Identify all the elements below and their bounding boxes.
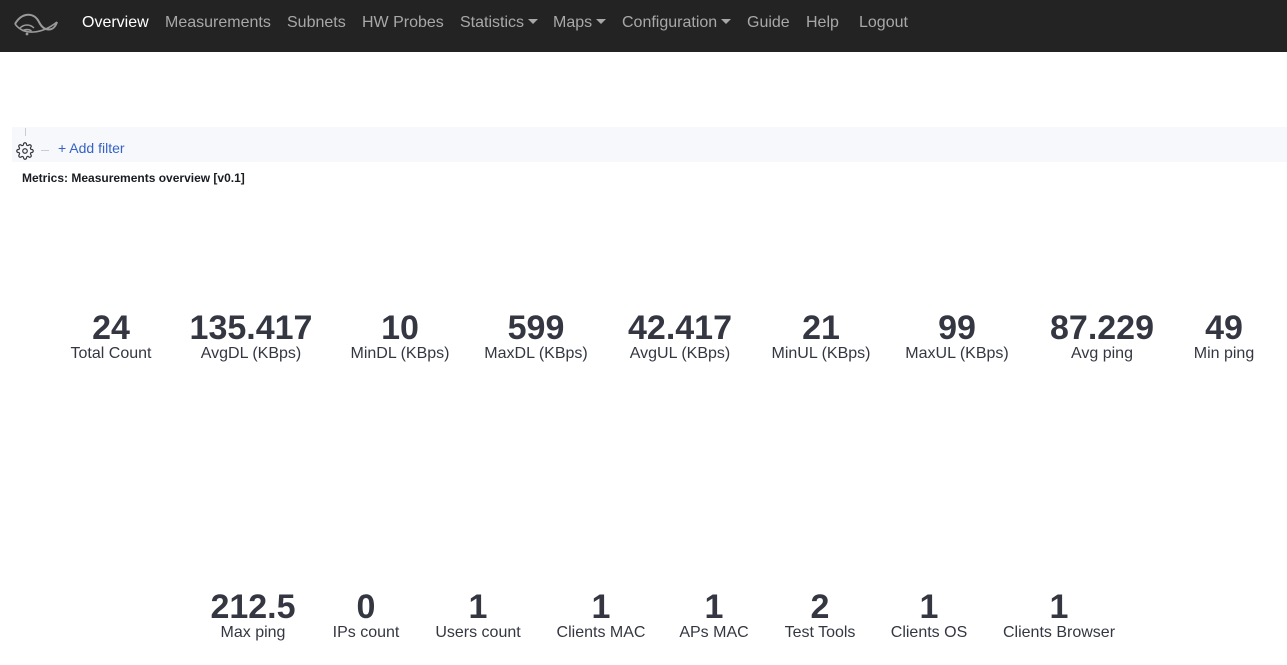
metric-value: 1	[1049, 588, 1069, 626]
add-filter-button[interactable]: + Add filter	[58, 140, 125, 157]
metric-label: Clients Browser	[1002, 624, 1116, 641]
metric-value: 99	[938, 309, 976, 347]
nav-logout[interactable]: Logout	[859, 13, 908, 33]
caret-down-icon	[721, 19, 732, 24]
nav-hw-probes[interactable]: HW Probes	[362, 13, 444, 33]
metric-value: 24	[92, 309, 130, 347]
filter-separator	[41, 150, 49, 151]
filter-divider	[25, 128, 26, 136]
caret-down-icon	[528, 19, 539, 24]
metric-value: 42.417	[628, 309, 732, 347]
metric-label: Total Count	[70, 345, 152, 362]
nav-measurements[interactable]: Measurements	[165, 13, 271, 33]
metric-avg-ul: 42.417 AvgUL (KBps)	[600, 310, 760, 363]
panel-title: Metrics: Measurements overview [v0.1]	[22, 171, 245, 185]
metric-value: 49	[1205, 309, 1243, 347]
metric-label: Min ping	[1193, 345, 1255, 362]
metric-total-count: 24 Total Count	[31, 310, 191, 363]
nav-guide[interactable]: Guide	[747, 13, 790, 33]
metric-label: MaxDL (KBps)	[484, 345, 588, 362]
metric-max-dl: 599 MaxDL (KBps)	[456, 310, 616, 363]
metric-value: 599	[507, 309, 565, 347]
metric-label: AvgUL (KBps)	[629, 345, 731, 362]
metric-max-ul: 99 MaxUL (KBps)	[877, 310, 1037, 363]
nav-subnets[interactable]: Subnets	[287, 13, 346, 33]
nav-maps-dropdown[interactable]: Maps	[553, 13, 607, 33]
metric-min-ping: 49 Min ping	[1124, 310, 1287, 363]
metric-value: 135.417	[189, 309, 313, 347]
nav-overview[interactable]: Overview	[82, 13, 149, 33]
metric-label: MaxUL (KBps)	[905, 345, 1009, 362]
top-navbar: Overview Measurements Subnets HW Probes …	[0, 0, 1287, 52]
brand-logo-icon[interactable]	[12, 10, 60, 40]
nav-help[interactable]: Help	[806, 13, 839, 33]
metric-avg-dl: 135.417 AvgDL (KBps)	[171, 310, 331, 363]
metric-clients-browser: 1 Clients Browser	[979, 589, 1139, 642]
nav-configuration-dropdown[interactable]: Configuration	[622, 13, 732, 33]
filter-bar: + Add filter	[12, 127, 1287, 162]
nav-statistics-dropdown[interactable]: Statistics	[460, 13, 539, 33]
gear-icon[interactable]	[16, 142, 34, 160]
caret-down-icon	[596, 19, 607, 24]
